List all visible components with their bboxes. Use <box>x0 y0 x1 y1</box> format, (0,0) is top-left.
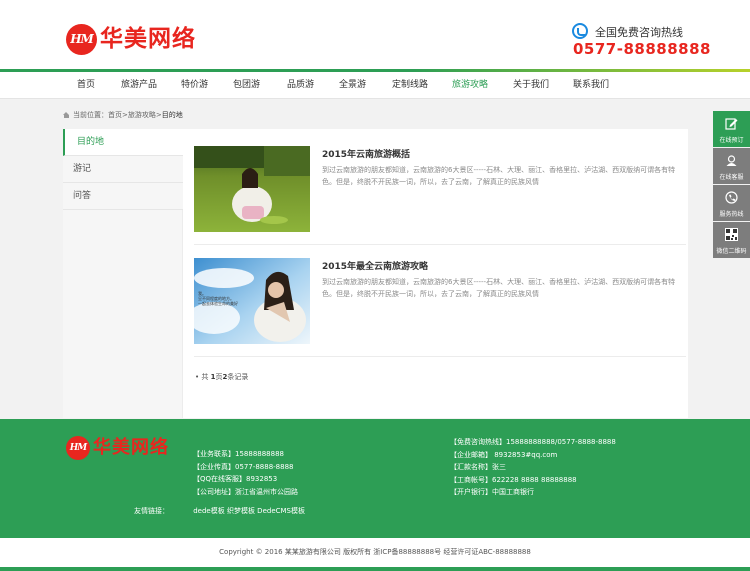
footer-info-line: 【企业传真】0577-8888-8888 <box>193 462 294 471</box>
nav-item-guides[interactable]: 旅游攻略 <box>452 72 488 98</box>
nav-item-panorama[interactable]: 全景游 <box>339 72 366 98</box>
footer-info-line: 【免费咨询热线】15888888888/0577-8888-8888 <box>450 438 616 446</box>
online-service-button[interactable]: 在线客服 <box>713 148 750 184</box>
footer-logo[interactable]: HM 华美网络 <box>66 436 169 460</box>
float-label: 在线客服 <box>719 174 744 181</box>
bottom-accent-line <box>0 567 750 571</box>
logo-mark: HM <box>66 436 90 460</box>
site-header: HM 华美网络 全国免费咨询热线 0577-88888888 <box>0 0 750 70</box>
site-logo[interactable]: HM 华美网络 <box>66 22 196 56</box>
sidebar-item-qa[interactable]: 问答 <box>63 183 183 210</box>
footer-info-line: 【工商帐号】622228 8888 88888888 <box>450 475 577 484</box>
logo-mark: HM <box>66 23 97 55</box>
article-item: 我。 旦不同程度的地方。 —起去体验生命的美好 2015年最全云南旅游攻略 到过… <box>194 258 686 358</box>
article-divider <box>194 244 686 245</box>
main-panel: 目的地 游记 问答 2015年云南旅游概括 到过云南旅游的朋友都知道，云南旅游的… <box>63 129 688 418</box>
footer-info-line: 【业务联系】15888888888 <box>193 450 284 458</box>
article-thumbnail[interactable] <box>194 146 310 232</box>
article-thumbnail[interactable]: 我。 旦不同程度的地方。 —起去体验生命的美好 <box>194 258 310 344</box>
nav-item-about[interactable]: 关于我们 <box>513 72 549 98</box>
pager-prefix: 共 <box>201 373 211 381</box>
breadcrumb-section[interactable]: 旅游攻略 <box>128 110 156 120</box>
home-icon <box>63 112 70 118</box>
footer-info-line: 【公司地址】浙江省温州市公园路 <box>193 487 298 496</box>
breadcrumb-current: 目的地 <box>161 111 183 119</box>
breadcrumb-prefix: 当前位置： <box>73 111 108 119</box>
article-divider <box>194 356 686 357</box>
float-label: 微信二维码 <box>716 248 747 255</box>
friend-links-label: 友情链接： <box>134 507 169 515</box>
article-summary: 到过云南旅游的朋友都知道，云南旅游的6大景区-----石林、大理、丽江、香格里拉… <box>322 166 676 186</box>
breadcrumb-home[interactable]: 首页 <box>108 110 122 120</box>
phone-icon <box>725 191 738 204</box>
footer-info-line: 【汇款名称】张三 <box>450 463 506 471</box>
nav-item-home[interactable]: 首页 <box>77 72 95 98</box>
meadow-photo-image <box>194 146 310 232</box>
footer-contact-right: 【免费咨询热线】15888888888/0577-8888-8888 【企业邮箱… <box>450 436 616 499</box>
nav-item-products[interactable]: 旅游产品 <box>121 72 157 98</box>
float-label: 服务热线 <box>719 211 744 218</box>
footer-contact-left: 【业务联系】15888888888 【企业传真】0577-8888-8888 【… <box>193 448 298 498</box>
sidebar-item-travelogue[interactable]: 游记 <box>63 156 183 183</box>
logo-text: 华美网络 <box>100 26 196 52</box>
wechat-qrcode-button[interactable]: 微信二维码 <box>713 222 750 258</box>
image-caption: —起去体验生命的美好 <box>198 300 238 306</box>
float-label: 在线预订 <box>719 137 744 144</box>
site-footer: HM 华美网络 【业务联系】15888888888 【企业传真】0577-888… <box>0 419 750 538</box>
category-sidebar: 目的地 游记 问答 <box>63 129 183 418</box>
article-title[interactable]: 2015年云南旅游概括 <box>322 147 410 160</box>
floating-service-bar: 在线预订 在线客服 服务热线 微信二维码 <box>713 111 750 259</box>
friend-links: 友情链接： dede模板 织梦模板 DedeCMS模板 <box>134 506 305 516</box>
copyright-bar: Copyright © 2016 某某旅游有限公司 版权所有 浙ICP备8888… <box>0 538 750 568</box>
hotline-number: 0577-88888888 <box>573 40 711 58</box>
footer-info-line: 【企业邮箱】 8932853#qq.com <box>450 450 558 459</box>
logo-text: 华美网络 <box>93 437 169 458</box>
sidebar-item-destination[interactable]: 目的地 <box>63 129 183 156</box>
nav-item-contact[interactable]: 联系我们 <box>573 72 609 98</box>
qrcode-icon <box>725 228 738 241</box>
main-nav: 首页 旅游产品 特价游 包团游 品质游 全景游 定制线路 旅游攻略 关于我们 联… <box>0 72 750 98</box>
friend-links-list[interactable]: dede模板 织梦模板 DedeCMS模板 <box>193 507 305 515</box>
breadcrumb: 当前位置： 首页 > 旅游攻略 > 目的地 <box>63 110 183 120</box>
phone-icon <box>572 23 588 39</box>
sky-photo-image: 我。 旦不同程度的地方。 —起去体验生命的美好 <box>194 258 310 344</box>
hotline-label: 全国免费咨询热线 <box>595 26 683 39</box>
article-summary: 到过云南旅游的朋友都知道，云南旅游的6大景区-----石林、大理、丽江、香格里拉… <box>322 278 676 298</box>
footer-info-line: 【QQ在线客服】8932853 <box>193 475 278 483</box>
footer-info-line: 【开户银行】中国工商银行 <box>450 488 534 496</box>
nav-item-custom[interactable]: 定制线路 <box>392 72 428 98</box>
service-hotline-button[interactable]: 服务热线 <box>713 185 750 221</box>
page: HM 华美网络 全国免费咨询热线 0577-88888888 首页 旅游产品 特… <box>0 0 750 571</box>
headset-icon <box>726 155 737 166</box>
nav-item-group[interactable]: 包团游 <box>233 72 260 98</box>
nav-item-special[interactable]: 特价游 <box>181 72 208 98</box>
edit-icon <box>725 118 738 130</box>
article-title[interactable]: 2015年最全云南旅游攻略 <box>322 259 428 272</box>
online-booking-button[interactable]: 在线预订 <box>713 111 750 147</box>
nav-item-quality[interactable]: 品质游 <box>287 72 314 98</box>
pager-suffix: 条记录 <box>227 373 249 381</box>
article-item: 2015年云南旅游概括 到过云南旅游的朋友都知道，云南旅游的6大景区-----石… <box>194 146 686 246</box>
pagination: • 共 1页2条记录 <box>195 372 248 382</box>
